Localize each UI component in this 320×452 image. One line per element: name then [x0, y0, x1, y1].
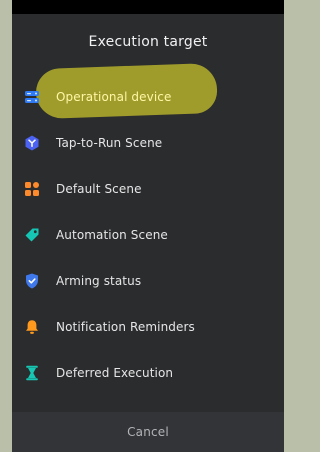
- menu-item-operational-device[interactable]: Operational device: [12, 75, 284, 121]
- menu-item-label-automation-scene: Automation Scene: [56, 228, 168, 242]
- cancel-button[interactable]: Cancel: [12, 412, 284, 452]
- menu-item-label-arming-status: Arming status: [56, 274, 142, 288]
- menu-item-tap-to-run-scene[interactable]: Tap-to-Run Scene: [12, 121, 284, 167]
- menu-item-label-notification-reminders: Notification Reminders: [56, 320, 195, 334]
- device-stack-icon: [25, 91, 39, 103]
- menu-item-label-deferred-execution: Deferred Execution: [56, 366, 174, 380]
- hourglass-icon: [26, 365, 38, 381]
- menu-item-label-tap-to-run-scene: Tap-to-Run Scene: [56, 136, 163, 150]
- cancel-button-label: Cancel: [127, 425, 169, 439]
- scene-grid-icon: [25, 182, 39, 196]
- menu-item-label-default-scene: Default Scene: [56, 182, 142, 196]
- status-bar: [12, 0, 284, 14]
- menu-item-label-operational-device: Operational device: [56, 90, 172, 104]
- menu-item-automation-scene[interactable]: Automation Scene: [12, 213, 284, 259]
- menu-item-notification-reminders[interactable]: Notification Reminders: [12, 305, 284, 351]
- execution-target-sheet: Execution target Operational device Tap-…: [12, 14, 284, 452]
- menu-item-arming-status[interactable]: Arming status: [12, 259, 284, 305]
- tap-to-run-icon: [25, 135, 39, 151]
- shield-check-icon: [26, 273, 38, 289]
- menu-item-deferred-execution[interactable]: Deferred Execution: [12, 351, 284, 397]
- menu-item-default-scene[interactable]: Default Scene: [12, 167, 284, 213]
- screen-frame: Execution target Operational device Tap-…: [0, 0, 284, 452]
- bell-icon: [26, 320, 38, 334]
- tag-icon: [25, 228, 39, 242]
- sheet-title: Execution target: [88, 34, 208, 50]
- execution-target-list: Operational device Tap-to-Run Scene Defa…: [12, 75, 284, 397]
